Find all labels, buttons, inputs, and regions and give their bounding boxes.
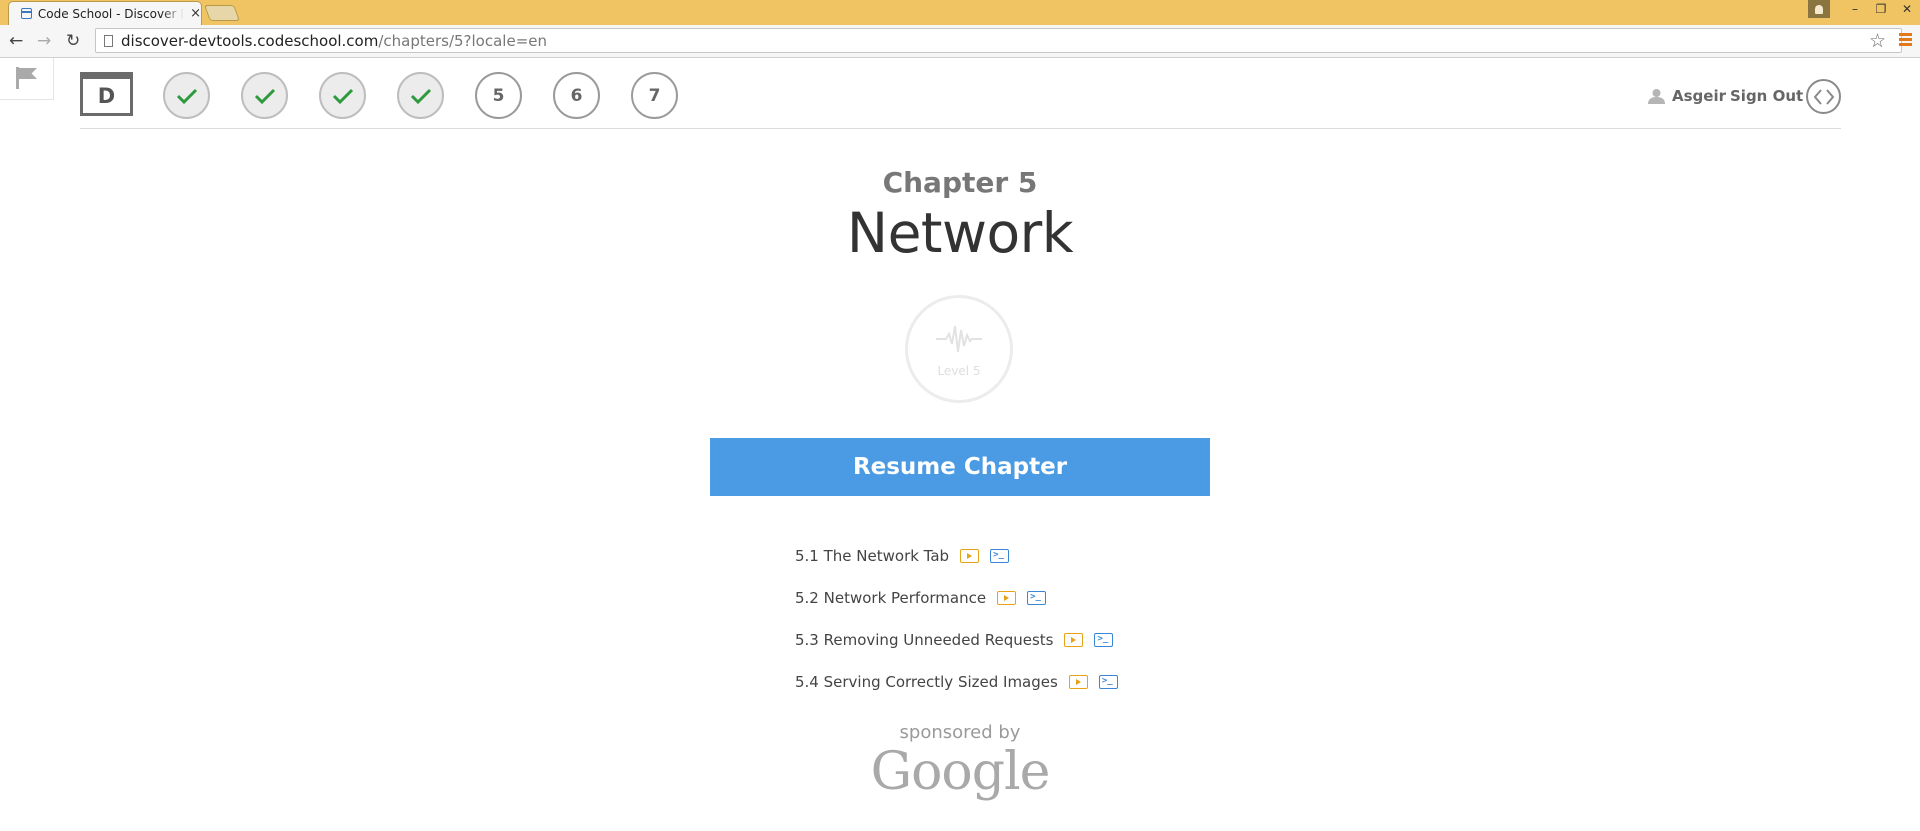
flag-icon [16, 67, 19, 89]
restore-button[interactable]: ❐ [1868, 0, 1894, 18]
tab-close-icon[interactable]: × [190, 7, 201, 20]
chapter-step-completed[interactable] [163, 72, 210, 119]
chapter-step-number: 6 [570, 85, 583, 106]
browser-titlebar: Code School - Discover DevTools × – ❐ ✕ [0, 0, 1920, 25]
address-bar[interactable]: discover-devtools.codeschool.com /chapte… [95, 28, 1902, 53]
user-name-link[interactable]: Asgeir [1672, 87, 1726, 105]
url-domain: discover-devtools.codeschool.com [121, 31, 379, 50]
chapter-title: Network [846, 201, 1074, 265]
page-icon [104, 34, 113, 47]
browser-toolbar: ← → ↻ discover-devtools.codeschool.com /… [0, 25, 1920, 58]
chapter-step[interactable]: 7 [631, 72, 678, 119]
video-icon[interactable] [1068, 675, 1088, 689]
profile-icon[interactable] [1808, 0, 1830, 18]
lesson-list: 5.1 The Network Tab >_ 5.2 Network Perform… [795, 535, 1118, 703]
checkmark-icon [254, 88, 275, 104]
codeschool-favicon-icon [21, 8, 32, 19]
minimize-button[interactable]: – [1842, 0, 1868, 18]
code-school-icon[interactable] [1806, 79, 1841, 114]
sponsored-by-label: sponsored by [899, 722, 1021, 743]
lesson-item: 5.4 Serving Correctly Sized Images >_ [795, 661, 1118, 703]
back-button[interactable]: ← [9, 31, 23, 51]
flag-cloth [19, 68, 37, 79]
checkmark-icon [176, 88, 197, 104]
feedback-flag-button[interactable] [0, 58, 54, 100]
level-badge: Level 5 [905, 295, 1013, 403]
new-tab-button[interactable] [204, 5, 240, 21]
chapter-step-completed[interactable] [241, 72, 288, 119]
lesson-item: 5.1 The Network Tab >_ [795, 535, 1118, 577]
console-icon[interactable]: >_ [990, 549, 1010, 563]
chapter-step-completed[interactable] [319, 72, 366, 119]
lesson-label[interactable]: 5.4 Serving Correctly Sized Images [795, 673, 1058, 691]
checkmark-icon [410, 88, 431, 104]
checkmark-icon [332, 88, 353, 104]
course-logo[interactable]: D [80, 72, 133, 116]
video-icon[interactable] [1064, 633, 1084, 647]
chapter-step-completed[interactable] [397, 72, 444, 119]
user-icon [1648, 89, 1665, 104]
window-controls: – ❐ ✕ [1808, 0, 1920, 18]
url-path: /chapters/5?locale=en [378, 31, 547, 50]
close-window-button[interactable]: ✕ [1894, 0, 1920, 18]
video-icon[interactable] [960, 549, 980, 563]
lesson-label[interactable]: 5.2 Network Performance [795, 589, 986, 607]
waveform-icon [936, 325, 982, 353]
google-logo[interactable]: Google [0, 742, 1920, 802]
lesson-item: 5.3 Removing Unneeded Requests >_ [795, 619, 1118, 661]
lesson-label[interactable]: 5.1 The Network Tab [795, 547, 949, 565]
chapter-number: Chapter 5 [882, 166, 1038, 199]
chapter-step-number: 7 [648, 85, 661, 106]
lesson-item: 5.2 Network Performance >_ [795, 577, 1118, 619]
resume-chapter-button[interactable]: Resume Chapter [710, 438, 1210, 496]
browser-tab[interactable]: Code School - Discover DevTools × [8, 1, 202, 25]
console-icon[interactable]: >_ [1027, 591, 1047, 605]
video-icon[interactable] [997, 591, 1017, 605]
chapter-step-number: 5 [492, 85, 505, 106]
console-icon[interactable]: >_ [1094, 633, 1114, 647]
reload-button[interactable]: ↻ [66, 31, 80, 51]
chapter-step[interactable]: 6 [553, 72, 600, 119]
header-divider [80, 128, 1841, 129]
sign-out-link[interactable]: Sign Out [1730, 87, 1803, 105]
bookmark-star-icon[interactable]: ☆ [1869, 30, 1886, 52]
tab-title: Code School - Discover DevTools [37, 6, 184, 21]
lesson-label[interactable]: 5.3 Removing Unneeded Requests [795, 631, 1053, 649]
forward-button[interactable]: → [37, 31, 51, 51]
level-label: Level 5 [937, 364, 981, 378]
chapter-step[interactable]: 5 [475, 72, 522, 119]
console-icon[interactable]: >_ [1098, 675, 1118, 689]
browser-menu-icon[interactable] [1899, 33, 1912, 48]
